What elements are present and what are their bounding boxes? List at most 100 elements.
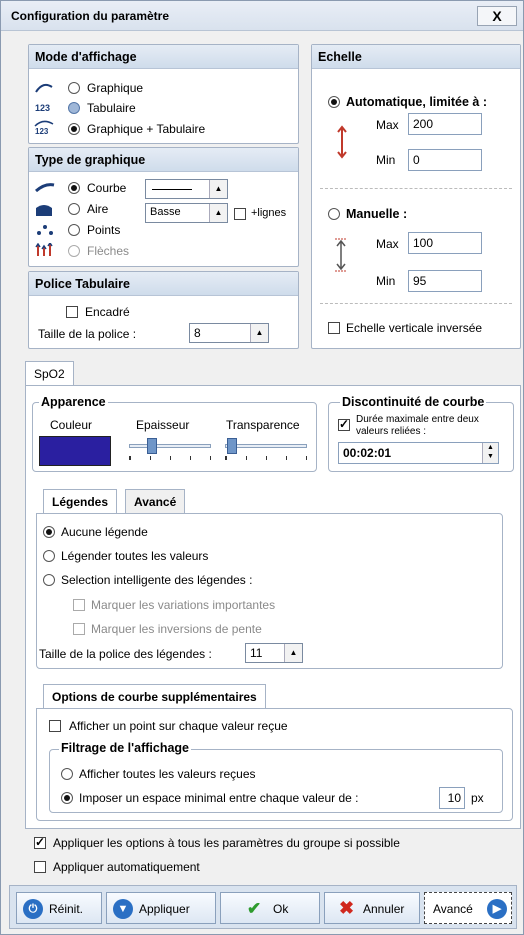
man-max-input[interactable]: 100 <box>408 232 482 254</box>
encadre-checkbox[interactable] <box>66 306 78 318</box>
manual-range-icon <box>335 238 347 272</box>
mode-tabulaire-radio[interactable] <box>68 102 80 114</box>
power-icon: ⏻ <box>23 899 43 919</box>
chevron-down-icon: ▲ <box>284 644 302 662</box>
type-aire-radio[interactable] <box>68 203 80 215</box>
toutes-valeurs-radio[interactable] <box>43 550 55 562</box>
type-graphique-header: Type de graphique <box>29 148 298 172</box>
mode-tabulaire-label: Tabulaire <box>87 101 136 115</box>
variations-checkbox[interactable] <box>73 599 85 611</box>
button-bar: ⏻ Réinit. ▼ Appliquer ✔ Ok ✖ Annuler Ava… <box>9 885 517 929</box>
duree-max-label: Durée maximale entre deux valeurs reliée… <box>356 414 479 437</box>
duree-max-value: 00:02:01 <box>343 446 392 460</box>
man-min-input[interactable]: 95 <box>408 270 482 292</box>
police-size-select[interactable]: 8 ▲ <box>189 323 269 343</box>
aucune-legende-radio[interactable] <box>43 526 55 538</box>
auto-min-input[interactable]: 0 <box>408 149 482 171</box>
point-valeur-label: Afficher un point sur chaque valeur reçu… <box>69 719 288 733</box>
type-fleches-radio[interactable] <box>68 245 80 257</box>
echelle-manual-radio[interactable] <box>328 208 340 220</box>
annuler-button[interactable]: ✖ Annuler <box>324 892 420 924</box>
couleur-label: Couleur <box>50 418 93 432</box>
tab-options-courbe[interactable]: Options de courbe supplémentaires <box>43 684 266 709</box>
variations-label: Marquer les variations importantes <box>91 598 276 612</box>
toutes-recues-radio[interactable] <box>61 768 73 780</box>
mode-graphique-tabulaire-label: Graphique + Tabulaire <box>87 122 206 136</box>
ok-button[interactable]: ✔ Ok <box>220 892 320 924</box>
police-tabulaire-header: Police Tabulaire <box>29 272 298 296</box>
appliquer-button[interactable]: ▼ Appliquer <box>106 892 216 924</box>
aire-base-select[interactable]: Basse ▲ <box>145 203 228 223</box>
encadre-label: Encadré <box>85 305 130 319</box>
chevron-down-icon: ▲ <box>209 204 227 222</box>
lignes-label: +lignes <box>251 207 287 219</box>
echelle-manual-label: Manuelle : <box>346 207 408 221</box>
color-swatch[interactable] <box>39 436 111 466</box>
police-size-label: Taille de la police : <box>38 327 137 341</box>
table-mode-icon: 123 <box>35 103 51 113</box>
title-bar: Configuration du paramètre X <box>1 1 523 31</box>
type-courbe-label: Courbe <box>87 181 127 195</box>
transparence-slider-thumb[interactable] <box>227 438 237 454</box>
lignes-checkbox[interactable] <box>234 208 246 220</box>
checkmark-icon: ✔ <box>247 899 262 918</box>
duree-max-input[interactable]: 00:02:01 ▲ ▼ <box>338 442 499 464</box>
auto-min-label: Min <box>376 153 396 167</box>
legend-size-label: Taille de la police des légendes : <box>39 647 212 661</box>
selection-intelligente-label: Selection intelligente des légendes : <box>61 573 253 587</box>
echelle-panel: Echelle Automatique, limitée à : Max 200… <box>311 44 521 349</box>
aire-icon <box>36 205 52 216</box>
inverse-checkbox[interactable] <box>328 322 340 334</box>
espace-minimal-input[interactable]: 10 <box>439 787 465 809</box>
legend-size-select[interactable]: 11 ▲ <box>245 643 303 663</box>
apply-all-checkbox[interactable] <box>34 835 46 849</box>
avance-button[interactable]: Avancé ▶ <box>424 892 512 924</box>
apply-all-label: Appliquer les options à tous les paramèt… <box>53 836 400 850</box>
echelle-auto-label: Automatique, limitée à : <box>346 95 487 109</box>
courbe-icon <box>35 183 55 192</box>
auto-max-input[interactable]: 200 <box>408 113 482 135</box>
tab-spo2[interactable]: SpO2 <box>25 361 74 386</box>
police-size-value: 8 <box>194 326 201 340</box>
type-points-label: Points <box>87 223 121 237</box>
apply-auto-checkbox[interactable] <box>34 861 46 873</box>
line-style-select[interactable]: ▲ <box>145 179 228 199</box>
spinner-icon[interactable]: ▲ ▼ <box>482 443 498 463</box>
appliquer-label: Appliquer <box>139 902 190 916</box>
aire-base-value: Basse <box>150 206 181 218</box>
epaisseur-slider[interactable] <box>129 438 211 462</box>
close-button[interactable]: X <box>477 6 517 26</box>
curve-mode-icon <box>35 83 53 93</box>
mode-graphique-radio[interactable] <box>68 82 80 94</box>
auto-max-label: Max <box>376 118 399 132</box>
echelle-divider-2 <box>320 303 512 304</box>
arrow-down-icon: ▼ <box>113 899 133 919</box>
tab-legendes[interactable]: Légendes <box>43 489 118 514</box>
selection-intelligente-radio[interactable] <box>43 574 55 586</box>
duree-max-checkbox[interactable] <box>338 417 350 431</box>
espace-minimal-radio[interactable] <box>61 792 73 804</box>
inversions-checkbox[interactable] <box>73 623 85 635</box>
echelle-auto-radio[interactable] <box>328 96 340 108</box>
transparence-slider[interactable] <box>225 438 307 462</box>
window-title: Configuration du paramètre <box>11 9 170 23</box>
espace-minimal-label: Imposer un espace minimal entre chaque v… <box>79 791 359 805</box>
tab-avance[interactable]: Avancé <box>125 489 186 513</box>
reinit-button[interactable]: ⏻ Réinit. <box>16 892 102 924</box>
mode-affichage-header: Mode d'affichage <box>29 45 298 69</box>
avance-label: Avancé <box>433 902 473 916</box>
inversions-label: Marquer les inversions de pente <box>91 622 262 636</box>
type-courbe-radio[interactable] <box>68 182 80 194</box>
apparence-legend: Apparence <box>39 395 108 409</box>
chevron-down-icon: ▲ <box>250 324 268 342</box>
type-points-radio[interactable] <box>68 224 80 236</box>
epaisseur-slider-thumb[interactable] <box>147 438 157 454</box>
chevron-down-icon: ▲ <box>209 180 227 198</box>
mode-graphique-tabulaire-radio[interactable] <box>68 123 80 135</box>
mode-graphique-label: Graphique <box>87 81 144 95</box>
reinit-label: Réinit. <box>49 902 84 916</box>
annuler-label: Annuler <box>363 902 405 916</box>
point-valeur-checkbox[interactable] <box>49 720 61 732</box>
type-aire-label: Aire <box>87 202 109 216</box>
dialog-window: Configuration du paramètre X Mode d'affi… <box>0 0 524 935</box>
